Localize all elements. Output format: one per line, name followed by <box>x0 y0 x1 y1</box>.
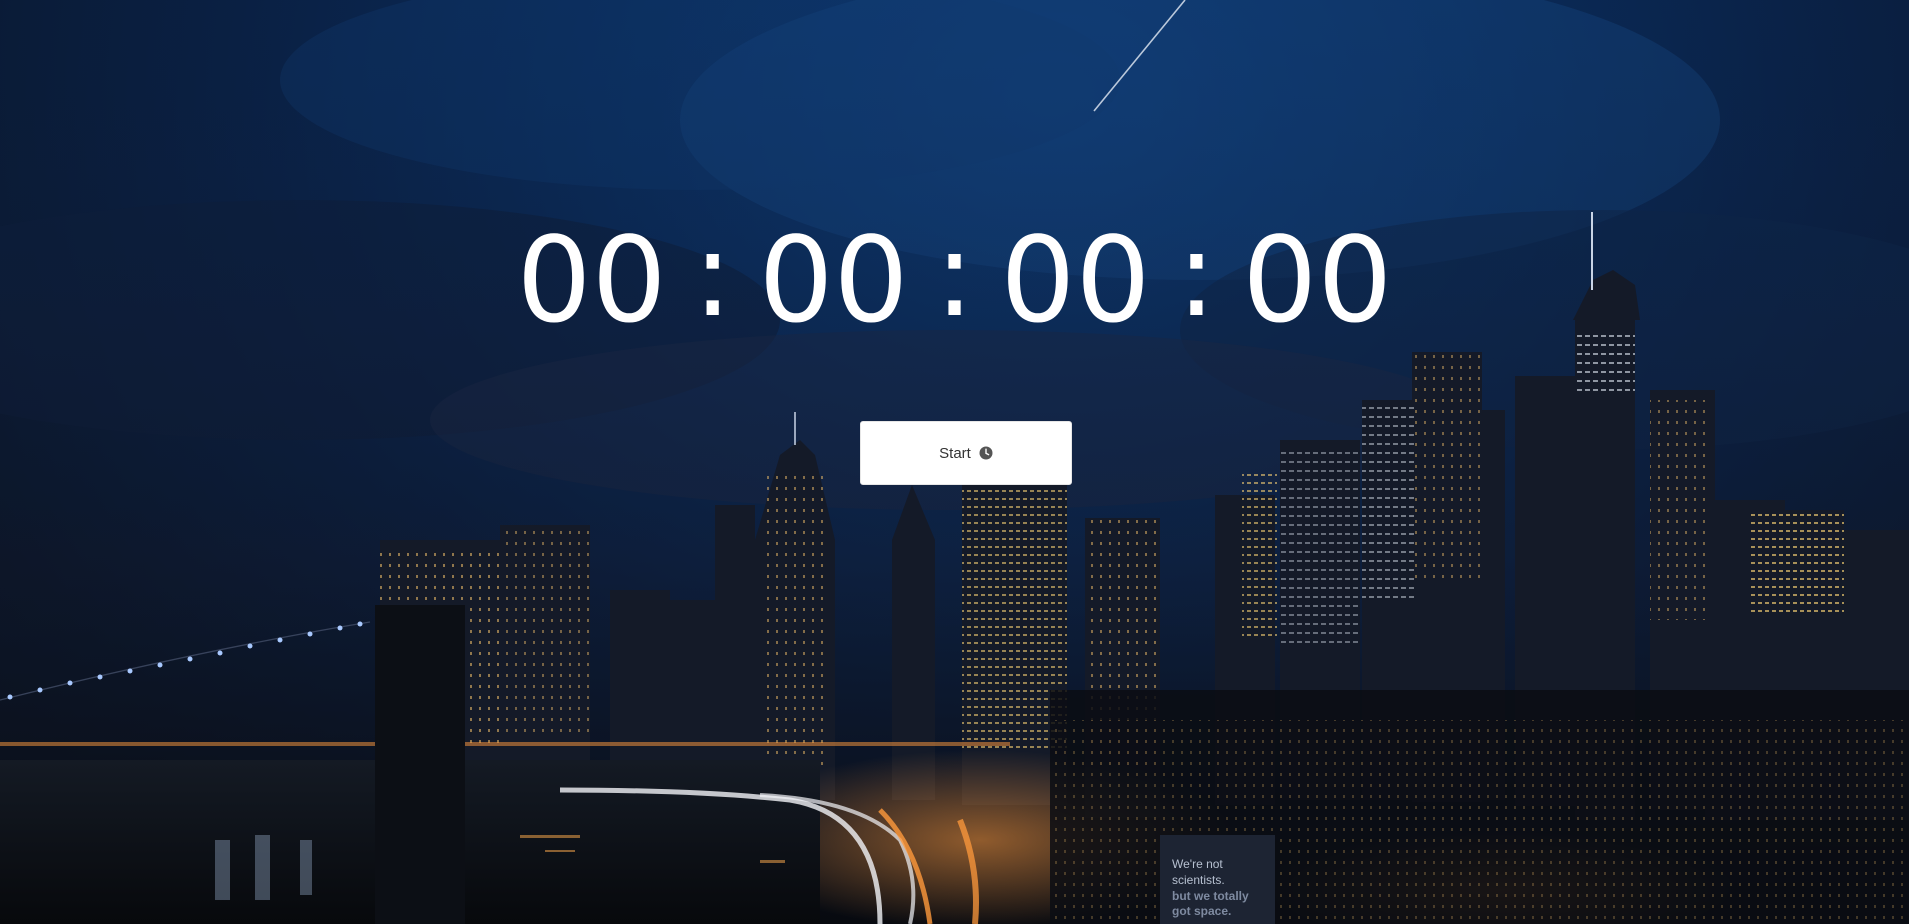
timer-seconds: 00 <box>1242 211 1393 349</box>
clock-icon <box>979 446 993 460</box>
svg-text:scientists.: scientists. <box>1172 873 1225 887</box>
start-button-label: Start <box>939 444 971 462</box>
start-button[interactable]: Start <box>860 421 1072 485</box>
svg-text:We're not: We're not <box>1172 857 1223 871</box>
countdown-timer: 00:00:00:00 <box>0 205 1909 350</box>
timer-separator: : <box>934 205 975 343</box>
timer-days: 00 <box>516 211 667 349</box>
timer-minutes: 00 <box>1000 211 1151 349</box>
countdown-page: We're not scientists. but we totally got… <box>0 0 1909 924</box>
timer-separator: : <box>1176 205 1217 343</box>
timer-separator: : <box>692 205 733 343</box>
svg-text:but we totally: but we totally <box>1172 889 1249 903</box>
timer-hours: 00 <box>758 211 909 349</box>
svg-text:got space.: got space. <box>1172 904 1231 918</box>
